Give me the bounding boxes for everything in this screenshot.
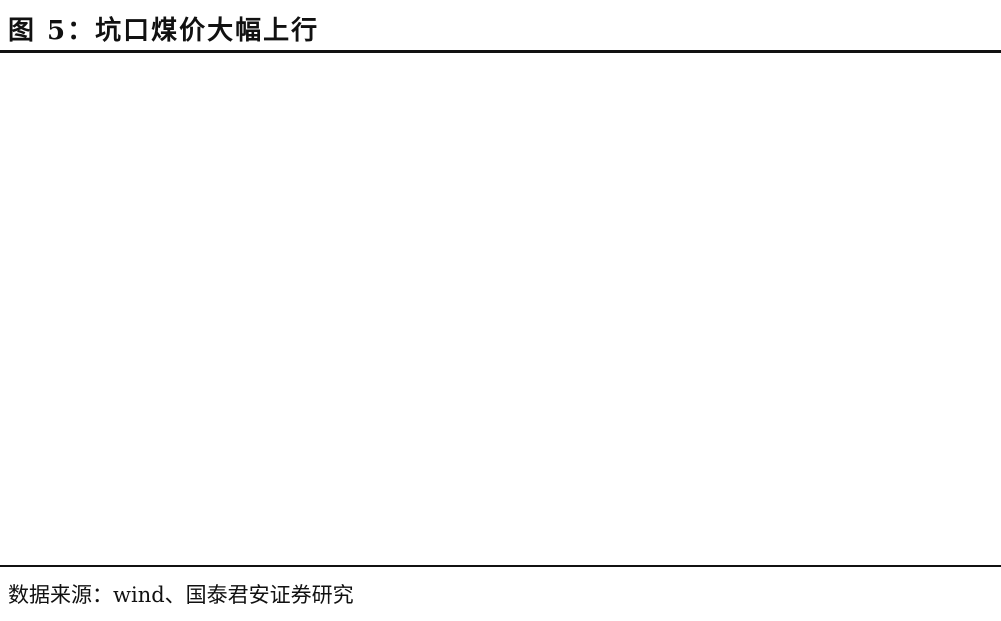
source-note: 数据来源：wind、国泰君安证券研究 <box>8 583 354 607</box>
line-chart <box>0 0 1001 565</box>
bottom-rule <box>0 565 1001 567</box>
